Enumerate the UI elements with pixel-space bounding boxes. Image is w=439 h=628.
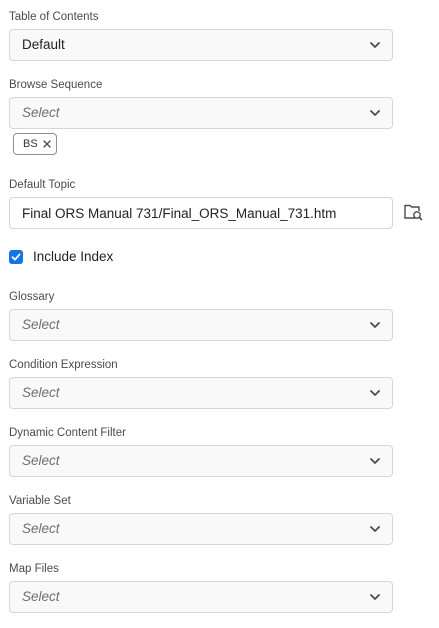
variable-set-label: Variable Set xyxy=(9,495,71,507)
browse-sequence-label: Browse Sequence xyxy=(9,79,103,91)
tag-label: BS xyxy=(23,138,38,150)
chevron-down-icon xyxy=(370,390,380,396)
dynamic-content-filter-dropdown[interactable]: Select xyxy=(9,445,393,477)
default-topic-label: Default Topic xyxy=(9,179,76,191)
condition-expression-dropdown[interactable]: Select xyxy=(9,377,393,409)
include-index-checkbox[interactable] xyxy=(9,250,23,264)
glossary-label: Glossary xyxy=(9,291,55,303)
map-files-label: Map Files xyxy=(9,563,59,575)
map-files-placeholder: Select xyxy=(22,589,60,604)
variable-set-placeholder: Select xyxy=(22,521,60,536)
variable-set-dropdown[interactable]: Select xyxy=(9,513,393,545)
remove-tag-icon[interactable] xyxy=(43,140,51,148)
glossary-placeholder: Select xyxy=(22,317,60,332)
glossary-dropdown[interactable]: Select xyxy=(9,309,393,341)
dynamic-content-filter-label: Dynamic Content Filter xyxy=(9,427,126,439)
chevron-down-icon xyxy=(370,322,380,328)
chevron-down-icon xyxy=(370,110,380,116)
folder-search-icon[interactable] xyxy=(403,202,423,222)
browse-sequence-placeholder: Select xyxy=(22,105,60,120)
toc-label: Table of Contents xyxy=(9,11,99,23)
chevron-down-icon xyxy=(370,42,380,48)
chevron-down-icon xyxy=(370,526,380,532)
include-index-label[interactable]: Include Index xyxy=(33,249,113,265)
toc-dropdown[interactable]: Default xyxy=(9,29,393,61)
dynamic-content-filter-placeholder: Select xyxy=(22,453,60,468)
condition-expression-label: Condition Expression xyxy=(9,359,118,371)
default-topic-input[interactable] xyxy=(10,198,392,228)
browse-sequence-dropdown[interactable]: Select xyxy=(9,97,393,129)
default-topic-field[interactable] xyxy=(9,197,393,229)
chevron-down-icon xyxy=(370,594,380,600)
map-files-dropdown[interactable]: Select xyxy=(9,581,393,613)
toc-value: Default xyxy=(22,37,65,52)
checkmark-icon xyxy=(11,253,21,261)
condition-expression-placeholder: Select xyxy=(22,385,60,400)
chevron-down-icon xyxy=(370,458,380,464)
browse-sequence-tag: BS xyxy=(13,133,57,155)
